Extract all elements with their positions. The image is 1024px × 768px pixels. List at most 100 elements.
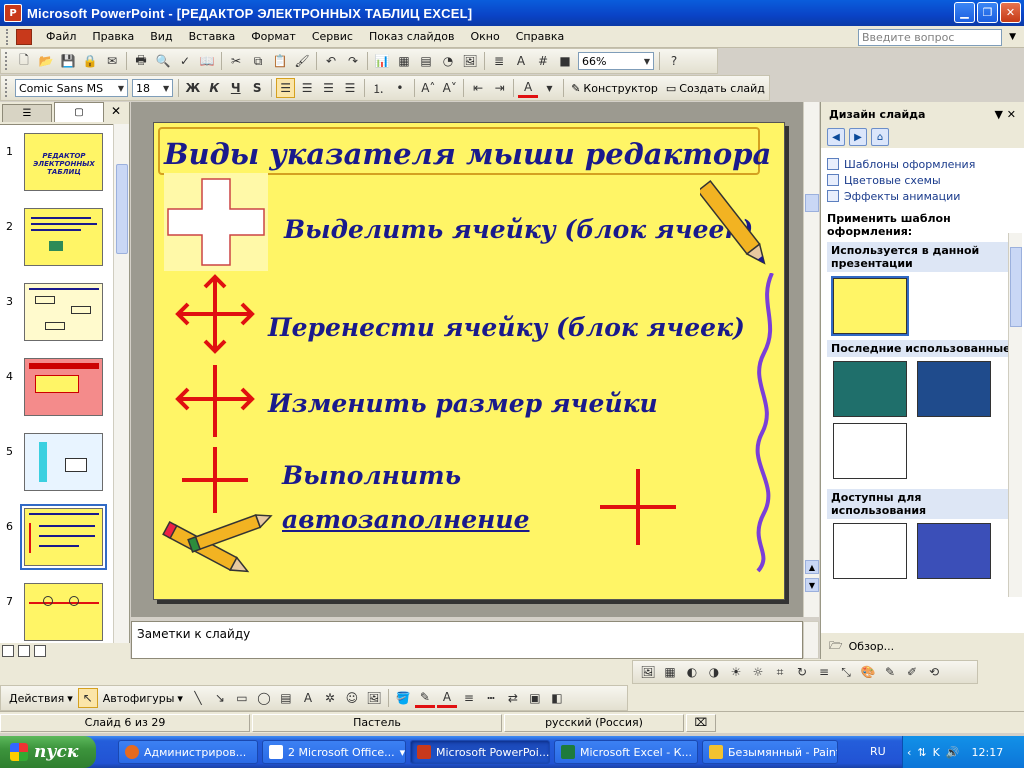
dash-style-icon[interactable]: ┅ [481,688,501,708]
next-slide-icon[interactable]: ▼ [805,578,819,592]
font-size-select[interactable]: 18 ▼ [132,79,174,97]
ask-dropdown-icon[interactable]: ▼ [1009,32,1016,42]
recolor-icon[interactable]: 🎨 [858,662,878,682]
rotate-icon[interactable]: ↻ [792,662,812,682]
slide-item-select[interactable]: Выделить ячейку (блок ячеек) [284,215,753,244]
less-brightness-icon[interactable]: ☼ [748,662,768,682]
slide-thumb-row[interactable]: 7 [0,579,114,641]
notes-field[interactable]: Заметки к слайду [131,621,803,659]
link-animation-schemes[interactable]: Эффекты анимации [827,188,1018,204]
slide-thumb-row[interactable]: 4 [0,354,114,416]
select-objects-icon[interactable]: ↖ [77,688,98,708]
crop-icon[interactable]: ⌗ [770,662,790,682]
insert-picture-icon[interactable]: 🖼 [460,51,480,71]
slide-item-autofill-1[interactable]: Выполнить [282,461,461,490]
designer-button[interactable]: ✎ Конструктор [567,82,662,95]
toolbar-grip[interactable] [5,52,9,70]
tray-expand-icon[interactable]: ‹ [907,746,911,759]
menu-insert[interactable]: Вставка [181,26,244,48]
menu-file[interactable]: Файл [38,26,84,48]
help-icon[interactable]: ? [664,51,684,71]
more-contrast-icon[interactable]: ◐ [682,662,702,682]
open-icon[interactable]: 📂 [36,51,56,71]
prev-slide-icon[interactable]: ▲ [805,560,819,574]
slide-thumb-row[interactable]: 6 [0,504,114,570]
menu-window[interactable]: Окно [463,26,508,48]
new-icon[interactable]: 🗋 [14,51,34,71]
insert-chart-icon[interactable]: 📊 [372,51,392,71]
cut-icon[interactable]: ✂ [226,51,246,71]
notes-scrollbar[interactable] [803,621,819,659]
sorter-view-icon[interactable] [18,645,30,657]
slide-item-autofill-2[interactable]: автозаполнение [282,505,530,534]
language-bar[interactable]: RU [870,745,886,758]
slide-thumbnail-selected[interactable] [20,504,107,570]
email-icon[interactable]: ✉ [102,51,122,71]
insert-picture-icon[interactable]: 🖼 [638,662,658,682]
italic-button[interactable]: К [205,78,224,98]
compress-icon[interactable]: ⤡ [836,662,856,682]
taskbar-powerpoint[interactable]: Microsoft PowerPoi... [410,740,550,764]
line-style-icon[interactable]: ≡ [814,662,834,682]
template-current[interactable] [831,276,909,336]
grow-font-icon[interactable]: A˄ [419,78,438,98]
fill-color-icon[interactable]: 🪣 [393,688,413,708]
menu-slideshow[interactable]: Показ слайдов [361,26,463,48]
research-icon[interactable]: 📖 [197,51,217,71]
spelling-status-icon[interactable]: ⌧ [686,713,716,732]
align-center-icon[interactable]: ☰ [297,78,316,98]
slide-thumbnail[interactable] [24,583,103,641]
tab-slides[interactable]: ▢ [54,102,104,122]
restore-button[interactable]: ❐ [977,2,998,23]
bold-button[interactable]: Ж [183,78,202,98]
slide-scrollbar[interactable]: ▲ ▼ [803,102,819,617]
spelling-icon[interactable]: ✓ [175,51,195,71]
bullets-icon[interactable]: • [390,78,409,98]
forward-icon[interactable]: ▶ [849,128,867,146]
color-grayscale-icon[interactable]: ■ [555,51,575,71]
show-formatting-icon[interactable]: A [511,51,531,71]
antivirus-icon[interactable]: K [933,746,940,759]
back-icon[interactable]: ◀ [827,128,845,146]
line-weight-icon[interactable]: ≡ [459,688,479,708]
insert-table-icon[interactable]: ▦ [394,51,414,71]
redo-icon[interactable]: ↷ [343,51,363,71]
taskbar-paint[interactable]: Безымянный - Paint [702,740,838,764]
template-recent[interactable] [833,361,907,417]
align-right-icon[interactable]: ☰ [319,78,338,98]
oval-icon[interactable]: ◯ [254,688,274,708]
link-design-templates[interactable]: Шаблоны оформления [827,156,1018,172]
reset-picture-icon[interactable]: ⟲ [924,662,944,682]
template-recent[interactable] [917,361,991,417]
insert-diagram-icon[interactable]: ◔ [438,51,458,71]
slide-thumbnail[interactable] [24,208,103,266]
permission-icon[interactable]: 🔒 [80,51,100,71]
arrow-style-icon[interactable]: ⇄ [503,688,523,708]
task-pane-scrollbar[interactable] [1008,233,1022,597]
slide-thumb-row[interactable]: 2 [0,204,114,266]
template-available[interactable] [833,523,907,579]
shadow-button[interactable]: S [247,78,266,98]
slide-thumbnail[interactable]: РЕДАКТОР ЭЛЕКТРОННЫХ ТАБЛИЦ [24,133,103,191]
font-color-dropdown-icon[interactable]: ▼ [540,78,559,98]
format-picture-icon[interactable]: ✎ [880,662,900,682]
increase-indent-icon[interactable]: ⇥ [490,78,509,98]
clipart-icon[interactable]: ☺ [342,688,362,708]
task-pane-close-icon[interactable]: ▼ ✕ [994,108,1016,121]
minimize-button[interactable]: ▁ [954,2,975,23]
arrow-icon[interactable]: ↘ [210,688,230,708]
3d-style-icon[interactable]: ◧ [547,688,567,708]
slide-thumbnail[interactable] [24,433,103,491]
slide-item-move[interactable]: Перенести ячейку (блок ячеек) [268,313,745,342]
menu-edit[interactable]: Правка [84,26,142,48]
toolbar-grip[interactable] [5,79,9,97]
powerpoint-app-icon[interactable]: P [4,4,22,22]
font-select[interactable]: Comic Sans MS ▼ [14,79,129,97]
more-brightness-icon[interactable]: ☀ [726,662,746,682]
slide-item-resize[interactable]: Изменить размер ячейки [268,389,658,418]
transparent-color-icon[interactable]: ✐ [902,662,922,682]
text-color-icon[interactable]: A [436,688,457,708]
wordart-icon[interactable]: A [298,688,318,708]
justify-icon[interactable]: ☰ [340,78,359,98]
textbox-icon[interactable]: ▤ [276,688,296,708]
